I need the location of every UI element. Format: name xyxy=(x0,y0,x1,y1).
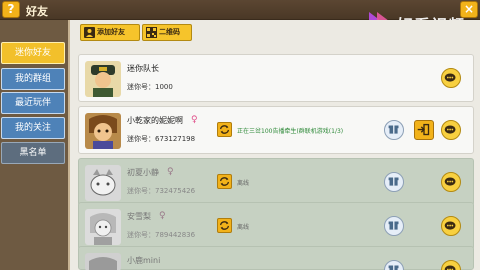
chat-bubble-icon xyxy=(444,221,456,230)
add-user-icon xyxy=(84,27,95,38)
friend-mini-id: 迷你号：673127198 xyxy=(127,135,196,143)
join-room-button[interactable] xyxy=(414,120,434,140)
avatar xyxy=(85,113,121,149)
page-title: 好友 xyxy=(26,5,48,18)
gift-button[interactable] xyxy=(384,120,404,140)
qrcode-label: 二维码 xyxy=(159,28,180,36)
refresh-icon xyxy=(219,221,230,230)
refresh-button[interactable] xyxy=(217,174,232,189)
gift-button[interactable] xyxy=(384,216,404,236)
chat-button[interactable] xyxy=(441,172,461,192)
friend-card[interactable]: 安雪梨 ♀ 迷你号：789442836 离线 xyxy=(78,202,474,250)
chat-bubble-icon xyxy=(444,125,456,134)
friend-card[interactable]: 迷你队长 迷你号：1000 xyxy=(78,54,474,102)
gift-button[interactable] xyxy=(384,172,404,192)
avatar xyxy=(85,253,121,270)
gift-icon xyxy=(388,265,399,270)
gift-button[interactable] xyxy=(384,260,404,270)
avatar xyxy=(85,61,121,97)
qrcode-button[interactable]: 二维码 xyxy=(142,24,192,41)
add-friend-label: 添加好友 xyxy=(97,28,125,36)
sidebar-item-recent-players[interactable]: 最近玩伴 xyxy=(1,92,65,114)
friend-card[interactable]: 小乾家的妮妮啊 ♀ 迷你号：673127198 正在三岔100告播牵生(群联机游… xyxy=(78,106,474,154)
friend-name: 初夏小静 xyxy=(127,168,159,177)
refresh-icon xyxy=(219,177,230,186)
chat-button[interactable] xyxy=(441,260,461,270)
friend-name: 小鹿mini xyxy=(127,256,161,265)
refresh-button[interactable] xyxy=(217,218,232,233)
chat-bubble-icon xyxy=(444,265,456,270)
gift-icon xyxy=(388,221,399,230)
friend-name: 小乾家的妮妮啊 xyxy=(127,116,183,125)
friend-mini-id: 迷你号：732475426 xyxy=(127,187,196,195)
sidebar-item-blacklist[interactable]: 黑名单 xyxy=(1,142,65,164)
offline-status: 离线 xyxy=(237,224,250,231)
refresh-button[interactable] xyxy=(217,122,232,137)
gift-icon xyxy=(388,125,399,134)
female-icon: ♀ xyxy=(191,115,198,125)
friend-card[interactable]: 小鹿mini xyxy=(78,246,474,270)
gift-icon xyxy=(388,177,399,186)
chat-bubble-icon xyxy=(444,73,456,82)
add-friend-button[interactable]: 添加好友 xyxy=(80,24,140,41)
sidebar-item-mini-friends[interactable]: 迷你好友 xyxy=(1,42,65,64)
chat-button[interactable] xyxy=(441,216,461,236)
help-button[interactable]: ? xyxy=(2,1,20,18)
chat-button[interactable] xyxy=(441,120,461,140)
qrcode-icon xyxy=(146,27,157,38)
friend-list-panel: 添加好友 二维码 迷你队长 迷你号：1000 小乾家的妮妮啊 ♀ 迷你号：673… xyxy=(68,20,480,270)
offline-status: 离线 xyxy=(237,180,250,187)
sidebar-item-following[interactable]: 我的关注 xyxy=(1,117,65,139)
avatar xyxy=(85,165,121,201)
online-status: 正在三岔100告播牵生(群联机游戏(1/3) xyxy=(237,128,344,135)
chat-button[interactable] xyxy=(441,68,461,88)
friend-name: 迷你队长 xyxy=(127,64,159,73)
chat-bubble-icon xyxy=(444,177,456,186)
friend-name: 安雪梨 xyxy=(127,212,151,221)
sidebar-item-my-groups[interactable]: 我的群组 xyxy=(1,68,65,90)
friend-mini-id: 迷你号：789442836 xyxy=(127,231,196,239)
female-icon: ♀ xyxy=(159,211,166,221)
avatar xyxy=(85,209,121,245)
friend-card[interactable]: 初夏小静 ♀ 迷你号：732475426 离线 xyxy=(78,158,474,206)
enter-icon xyxy=(417,123,430,136)
friend-mini-id: 迷你号：1000 xyxy=(127,83,173,91)
sidebar: 迷你好友 我的群组 最近玩伴 我的关注 黑名单 xyxy=(0,20,67,270)
refresh-icon xyxy=(219,125,230,134)
female-icon: ♀ xyxy=(167,167,174,177)
